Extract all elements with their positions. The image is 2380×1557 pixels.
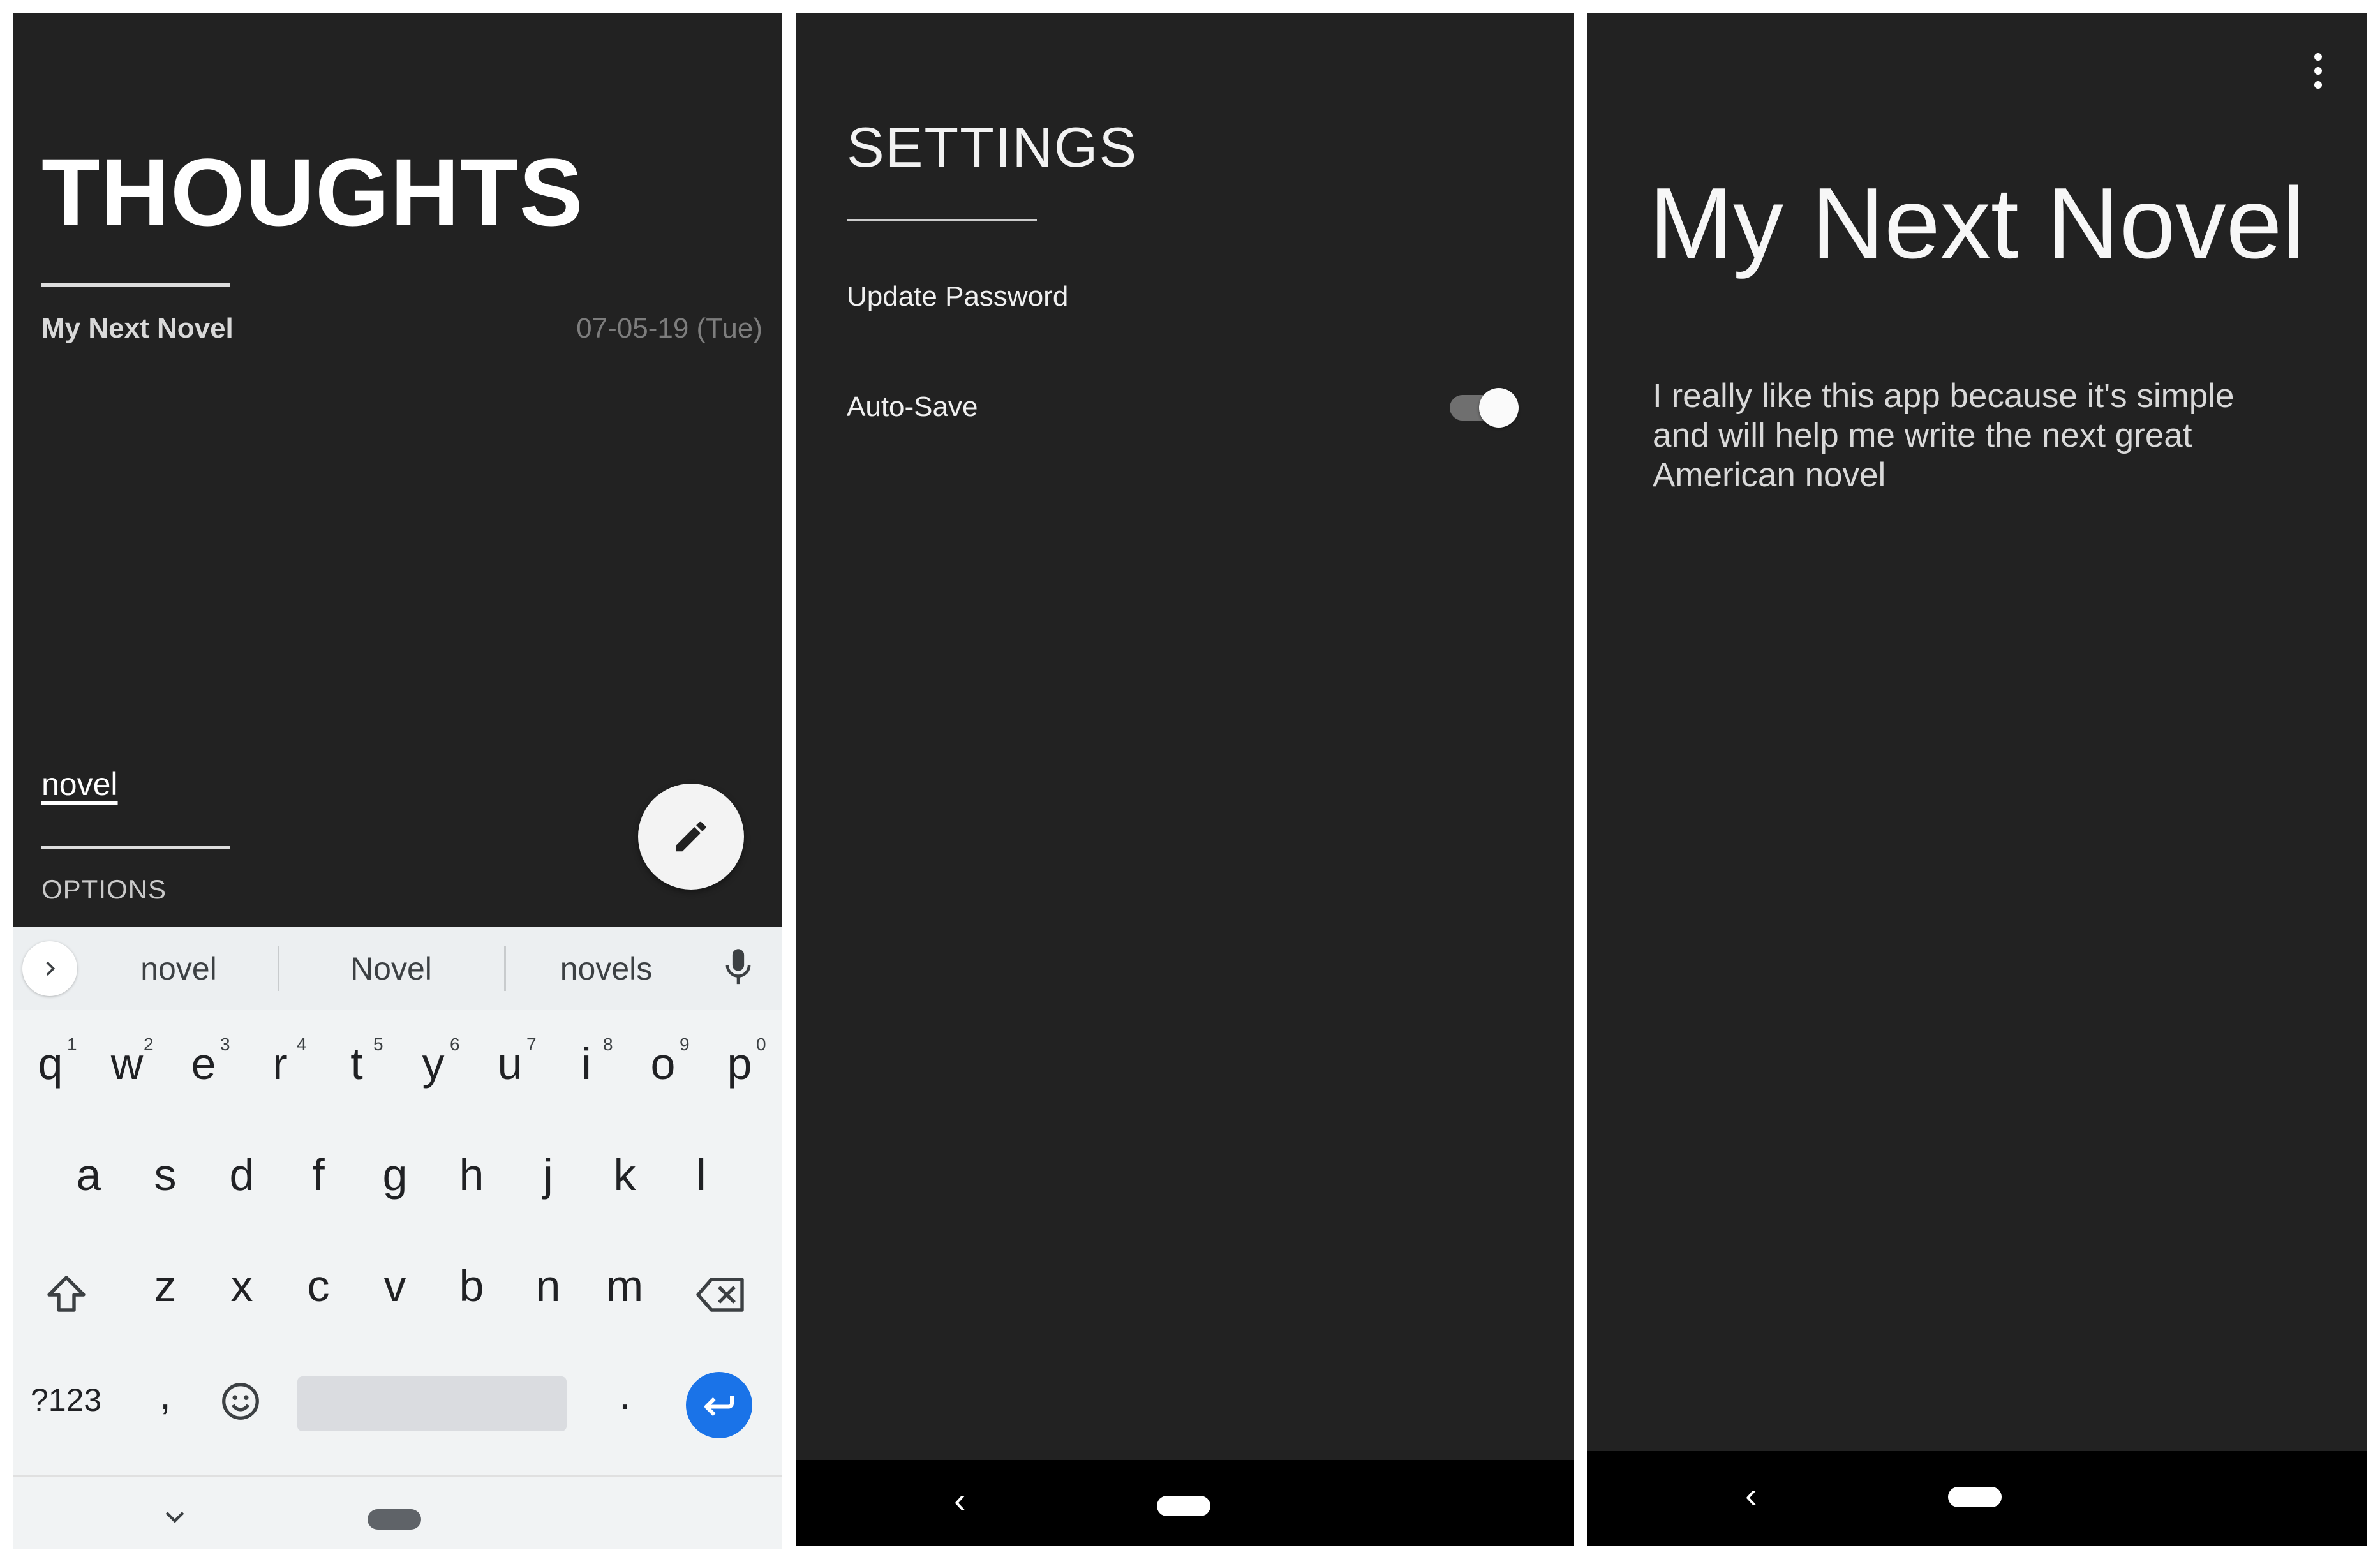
suggestions-expand-button[interactable]	[22, 941, 77, 996]
suggestion-strip: novel Novel novels	[13, 927, 782, 1010]
backspace-icon[interactable]	[694, 1272, 748, 1321]
key-x[interactable]: x	[213, 1260, 271, 1311]
note-list-item[interactable]: My Next Novel 07-05-19 (Tue)	[41, 313, 762, 364]
hide-keyboard-icon[interactable]	[161, 1508, 189, 1530]
key-hint: 9	[680, 1034, 690, 1054]
update-password-item[interactable]: Update Password	[847, 281, 1068, 313]
key-hint: 0	[756, 1034, 766, 1054]
key-hint: 6	[450, 1034, 460, 1054]
key-n[interactable]: n	[519, 1260, 577, 1311]
pencil-icon	[676, 821, 706, 852]
key-hint: 1	[67, 1034, 77, 1054]
key-hint: 3	[220, 1034, 230, 1054]
back-icon[interactable]: ‹	[1745, 1474, 1757, 1516]
note-view-screen: My Next Novel I really like this app bec…	[1587, 13, 2367, 1546]
back-icon[interactable]: ‹	[954, 1479, 966, 1521]
key-hint: 8	[603, 1034, 613, 1054]
microphone-icon[interactable]	[722, 948, 754, 992]
key-s[interactable]: s	[137, 1149, 194, 1200]
note-title[interactable]: My Next Novel	[1587, 166, 2367, 281]
symbols-key[interactable]: ?123	[31, 1382, 101, 1419]
shift-icon[interactable]	[43, 1272, 89, 1321]
settings-screen: SETTINGS Update Password Auto-Save ‹	[796, 13, 1574, 1546]
emoji-icon[interactable]	[218, 1379, 263, 1427]
key-d[interactable]: d	[213, 1149, 271, 1200]
search-input[interactable]: novel	[41, 766, 118, 803]
auto-save-toggle[interactable]	[1450, 385, 1520, 430]
suggestion-item[interactable]: Novel	[295, 950, 487, 987]
edit-fab-button[interactable]	[638, 784, 744, 890]
title-divider	[41, 283, 230, 287]
home-pill[interactable]	[1948, 1487, 2002, 1507]
auto-save-label: Auto-Save	[847, 391, 978, 422]
system-navigation-bar: ‹	[1587, 1451, 2367, 1546]
key-hint: 7	[526, 1034, 537, 1054]
more-options-icon[interactable]	[2314, 50, 2322, 92]
thoughts-screen: THOUGHTS My Next Novel 07-05-19 (Tue) no…	[13, 13, 782, 1549]
key-v[interactable]: v	[366, 1260, 424, 1311]
key-b[interactable]: b	[443, 1260, 500, 1311]
key-l[interactable]: l	[673, 1149, 730, 1200]
key-k[interactable]: k	[596, 1149, 653, 1200]
note-title: My Next Novel	[41, 313, 234, 344]
system-navigation-bar: ‹	[796, 1460, 1574, 1546]
enter-button[interactable]	[686, 1372, 752, 1438]
key-j[interactable]: j	[519, 1149, 577, 1200]
suggestion-item[interactable]: novel	[83, 950, 274, 987]
key-m[interactable]: m	[596, 1260, 653, 1311]
key-g[interactable]: g	[366, 1149, 424, 1200]
options-label[interactable]: OPTIONS	[41, 874, 167, 905]
key-hint: 2	[144, 1034, 154, 1054]
keyboard-nav-divider	[13, 1475, 782, 1477]
home-pill[interactable]	[368, 1509, 421, 1530]
enter-icon	[704, 1396, 734, 1417]
key-z[interactable]: z	[137, 1260, 194, 1311]
note-date: 07-05-19 (Tue)	[576, 313, 762, 344]
period-key[interactable]: .	[596, 1371, 653, 1419]
note-body[interactable]: I really like this app because it's simp…	[1653, 376, 2265, 495]
key-f[interactable]: f	[290, 1149, 347, 1200]
title-divider	[847, 219, 1037, 221]
key-hint: 5	[373, 1034, 383, 1054]
suggestion-item[interactable]: novels	[510, 950, 702, 987]
suggestion-divider	[278, 946, 279, 991]
toggle-thumb	[1479, 388, 1519, 428]
key-c[interactable]: c	[290, 1260, 347, 1311]
page-title: THOUGHTS	[41, 138, 584, 246]
key-h[interactable]: h	[443, 1149, 500, 1200]
search-divider	[41, 846, 230, 849]
on-screen-keyboard: novel Novel novels q w e r t y u i o p 1…	[13, 927, 782, 1549]
home-pill[interactable]	[1157, 1496, 1210, 1516]
page-title: SETTINGS	[847, 115, 1138, 179]
comma-key[interactable]: ,	[137, 1371, 194, 1419]
chevron-right-icon	[46, 961, 56, 976]
key-a[interactable]: a	[60, 1149, 117, 1200]
suggestion-divider	[504, 946, 506, 991]
key-hint: 4	[297, 1034, 307, 1054]
space-bar[interactable]	[297, 1376, 567, 1431]
